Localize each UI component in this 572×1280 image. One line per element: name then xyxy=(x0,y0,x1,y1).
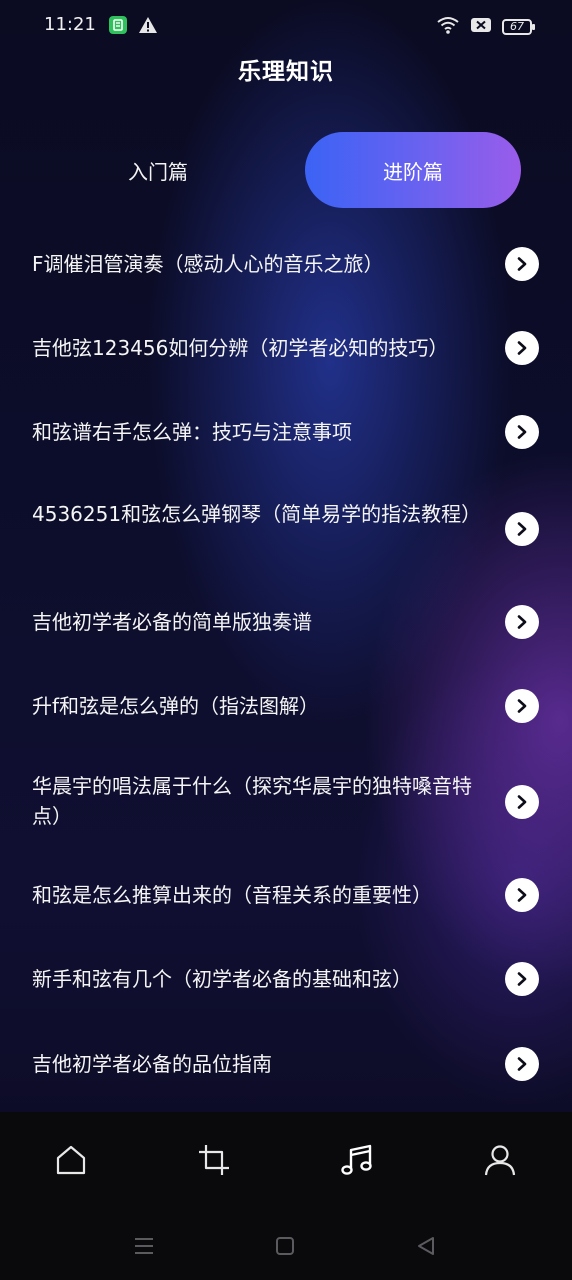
chevron-right-icon[interactable] xyxy=(505,331,539,365)
list-item[interactable]: 吉他弦123456如何分辨（初学者必知的技巧） xyxy=(0,306,572,390)
chevron-right-icon[interactable] xyxy=(505,605,539,639)
list-item-title: 吉他初学者必备的简单版独奏谱 xyxy=(32,610,312,634)
status-right-icons: 67 xyxy=(436,15,535,39)
list-item[interactable]: 和弦是怎么推算出来的（音程关系的重要性） xyxy=(0,872,572,956)
list-item-title: F调催泪管演奏（感动人心的音乐之旅） xyxy=(32,252,384,276)
status-bar: 11:21 67 xyxy=(0,0,572,52)
app-notification-icon xyxy=(108,15,128,39)
list-item-title: 吉他弦123456如何分辨（初学者必知的技巧） xyxy=(32,336,449,360)
music-note-icon xyxy=(339,1142,375,1182)
list-item-title: 和弦是怎么推算出来的（音程关系的重要性） xyxy=(32,883,432,907)
nav-music[interactable] xyxy=(337,1142,377,1182)
sim-off-icon xyxy=(470,16,492,38)
page-title: 乐理知识 xyxy=(238,59,334,85)
chevron-right-icon[interactable] xyxy=(505,878,539,912)
list-item[interactable]: 和弦谱右手怎么弹：技巧与注意事项 xyxy=(0,390,572,474)
list-item[interactable]: 华晨宇的唱法属于什么（探究华晨宇的独特嗓音特点） xyxy=(0,754,572,872)
chevron-right-icon[interactable] xyxy=(505,962,539,996)
tab-advanced[interactable]: 进阶篇 xyxy=(305,132,521,208)
menu-icon[interactable] xyxy=(130,1232,158,1260)
chevron-right-icon[interactable] xyxy=(505,415,539,449)
list-item-title: 华晨宇的唱法属于什么（探究华晨宇的独特嗓音特点） xyxy=(32,774,472,828)
system-nav-bar xyxy=(0,1212,572,1280)
person-icon xyxy=(483,1143,517,1181)
nav-home[interactable] xyxy=(51,1142,91,1182)
bottom-nav xyxy=(0,1112,572,1212)
list-item-title: 新手和弦有几个（初学者必备的基础和弦） xyxy=(32,967,412,991)
nav-profile[interactable] xyxy=(480,1142,520,1182)
battery-icon: 67 xyxy=(502,19,535,35)
chevron-right-icon[interactable] xyxy=(505,785,539,819)
list-item-title: 和弦谱右手怎么弹：技巧与注意事项 xyxy=(32,420,352,444)
tab-bar: 入门篇 进阶篇 xyxy=(0,132,572,210)
nav-crop[interactable] xyxy=(194,1142,234,1182)
wifi-icon xyxy=(436,15,460,39)
warning-icon xyxy=(138,15,158,39)
home-square-icon[interactable] xyxy=(271,1232,299,1260)
list-item-title: 吉他初学者必备的品位指南 xyxy=(32,1052,272,1076)
crop-icon xyxy=(197,1143,231,1181)
list-item[interactable]: 升f和弦是怎么弹的（指法图解） xyxy=(0,670,572,754)
list-item[interactable]: 4536251和弦怎么弹钢琴（简单易学的指法教程） xyxy=(0,474,572,586)
tab-beginner[interactable]: 入门篇 xyxy=(56,132,260,208)
list-item[interactable]: 新手和弦有几个（初学者必备的基础和弦） xyxy=(0,956,572,1040)
list-item[interactable]: 吉他初学者必备的简单版独奏谱 xyxy=(0,586,572,670)
status-time: 11:21 xyxy=(44,14,96,35)
home-icon xyxy=(54,1143,88,1181)
chevron-right-icon[interactable] xyxy=(505,512,539,546)
status-left-icons xyxy=(108,15,158,39)
back-icon[interactable] xyxy=(412,1232,440,1260)
chevron-right-icon[interactable] xyxy=(505,689,539,723)
list-item[interactable]: F调催泪管演奏（感动人心的音乐之旅） xyxy=(0,222,572,306)
list-item-title: 升f和弦是怎么弹的（指法图解） xyxy=(32,694,320,718)
chevron-right-icon[interactable] xyxy=(505,1047,539,1081)
list-item-title: 4536251和弦怎么弹钢琴（简单易学的指法教程） xyxy=(32,502,482,526)
chevron-right-icon[interactable] xyxy=(505,247,539,281)
